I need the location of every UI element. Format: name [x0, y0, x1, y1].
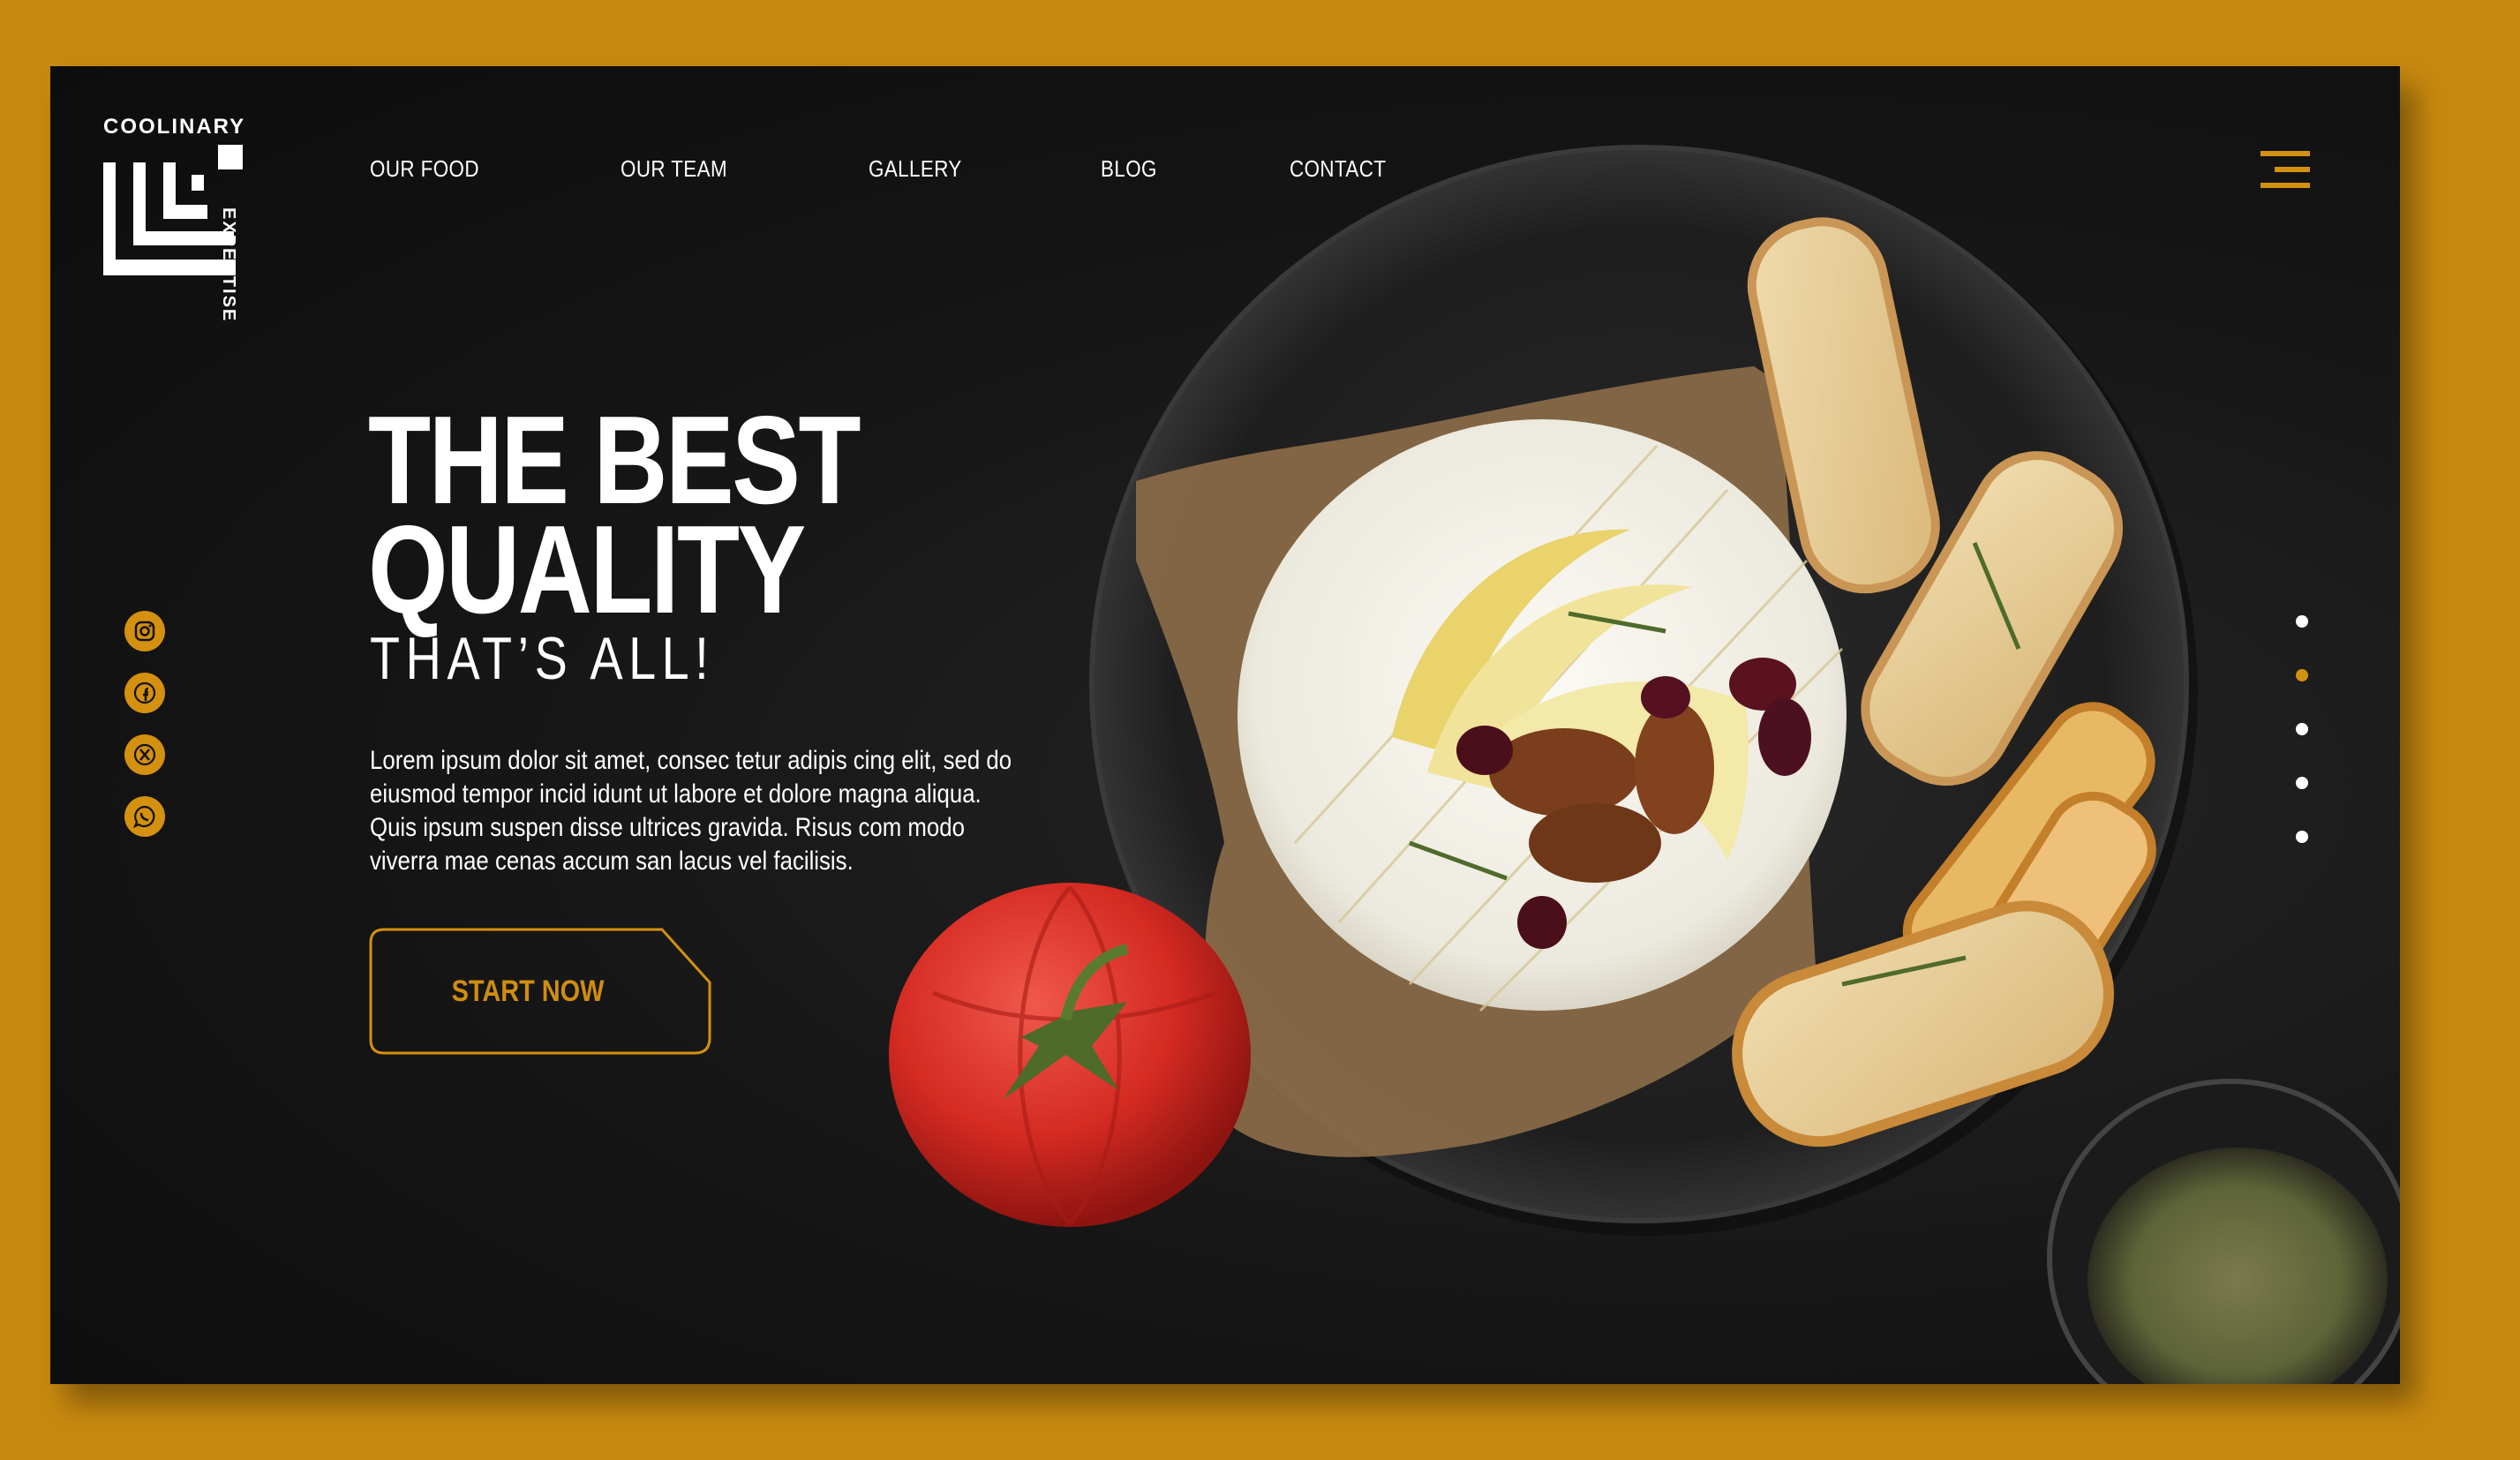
nav-item-blog[interactable]: BLOG	[1101, 155, 1157, 183]
nav-item-gallery[interactable]: GALLERY	[869, 155, 962, 183]
nav-item-contact[interactable]: CONTACT	[1290, 155, 1386, 183]
menu-icon[interactable]	[2260, 149, 2313, 193]
brand-logo[interactable]: COOLINARY EXPERTISE	[103, 115, 262, 322]
instagram-icon[interactable]	[124, 611, 165, 651]
nav-item-our-food[interactable]: OUR FOOD	[370, 155, 479, 183]
whatsapp-icon[interactable]	[124, 796, 165, 837]
landing-page: COOLINARY EXPERTISE OUR FOOD OUR TEAM GA…	[50, 66, 2400, 1384]
hero-title-line-2: QUALITY	[368, 500, 806, 640]
pager-dot[interactable]	[2296, 723, 2308, 735]
nav-item-our-team[interactable]: OUR TEAM	[621, 155, 727, 183]
hero-subtitle: THAT’S ALL!	[370, 625, 715, 692]
pager-dot[interactable]	[2296, 777, 2308, 789]
brand-tagline: EXPERTISE	[219, 207, 238, 323]
start-now-button[interactable]: START NOW	[368, 927, 714, 1056]
start-now-label: START NOW	[451, 974, 605, 1008]
slide-pager	[2296, 615, 2308, 884]
food-photo	[889, 145, 2400, 1384]
x-icon[interactable]	[124, 734, 165, 775]
brand-name: COOLINARY	[103, 115, 246, 139]
pager-dot[interactable]	[2296, 615, 2308, 628]
pager-dot[interactable]	[2296, 831, 2308, 843]
logo-mark-icon	[103, 145, 243, 275]
hero-title: THE BEST QUALITY	[368, 398, 861, 640]
main-nav: OUR FOOD OUR TEAM GALLERY BLOG CONTACT	[370, 155, 1525, 183]
facebook-icon[interactable]	[124, 673, 165, 713]
pager-dot-active[interactable]	[2296, 669, 2308, 681]
social-links	[124, 611, 165, 858]
hero-description: Lorem ipsum dolor sit amet, consec tetur…	[370, 746, 1012, 876]
